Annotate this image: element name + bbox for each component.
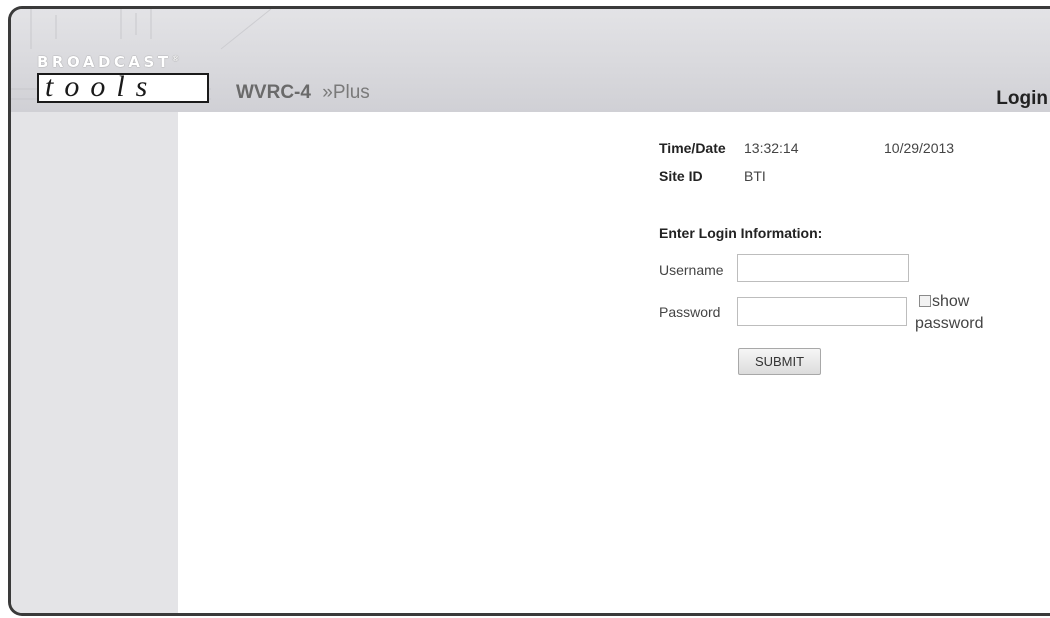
show-password-label: show password (915, 293, 984, 332)
time-date-label: Time/Date (659, 140, 726, 156)
password-label: Password (659, 304, 721, 320)
product-separator: » (322, 82, 333, 103)
product-title: WVRC-4 »Plus (236, 82, 370, 104)
site-id-value: BTI (744, 168, 766, 184)
main-content: Time/Date 13:32:14 10/29/2013 Site ID BT… (178, 112, 1050, 613)
header-bar: BROADCAST® tools WVRC-4 »Plus Login (11, 9, 1050, 113)
username-label: Username (659, 262, 724, 278)
time-value: 13:32:14 (744, 140, 799, 156)
product-subtitle: Plus (332, 82, 370, 103)
login-heading: Enter Login Information: (659, 225, 823, 241)
sidebar (11, 112, 178, 613)
logo-broadcast-text: BROADCAST® (37, 53, 184, 71)
submit-button[interactable]: SUBMIT (738, 348, 821, 375)
page-title: Login (996, 88, 1048, 109)
logo-tools-text: tools (37, 73, 209, 103)
site-id-label: Site ID (659, 168, 703, 184)
password-input[interactable] (737, 297, 907, 326)
username-input[interactable] (737, 254, 909, 282)
product-name: WVRC-4 (236, 82, 311, 103)
app-window: BROADCAST® tools WVRC-4 »Plus Login Time… (8, 6, 1050, 616)
date-value: 10/29/2013 (884, 140, 955, 156)
